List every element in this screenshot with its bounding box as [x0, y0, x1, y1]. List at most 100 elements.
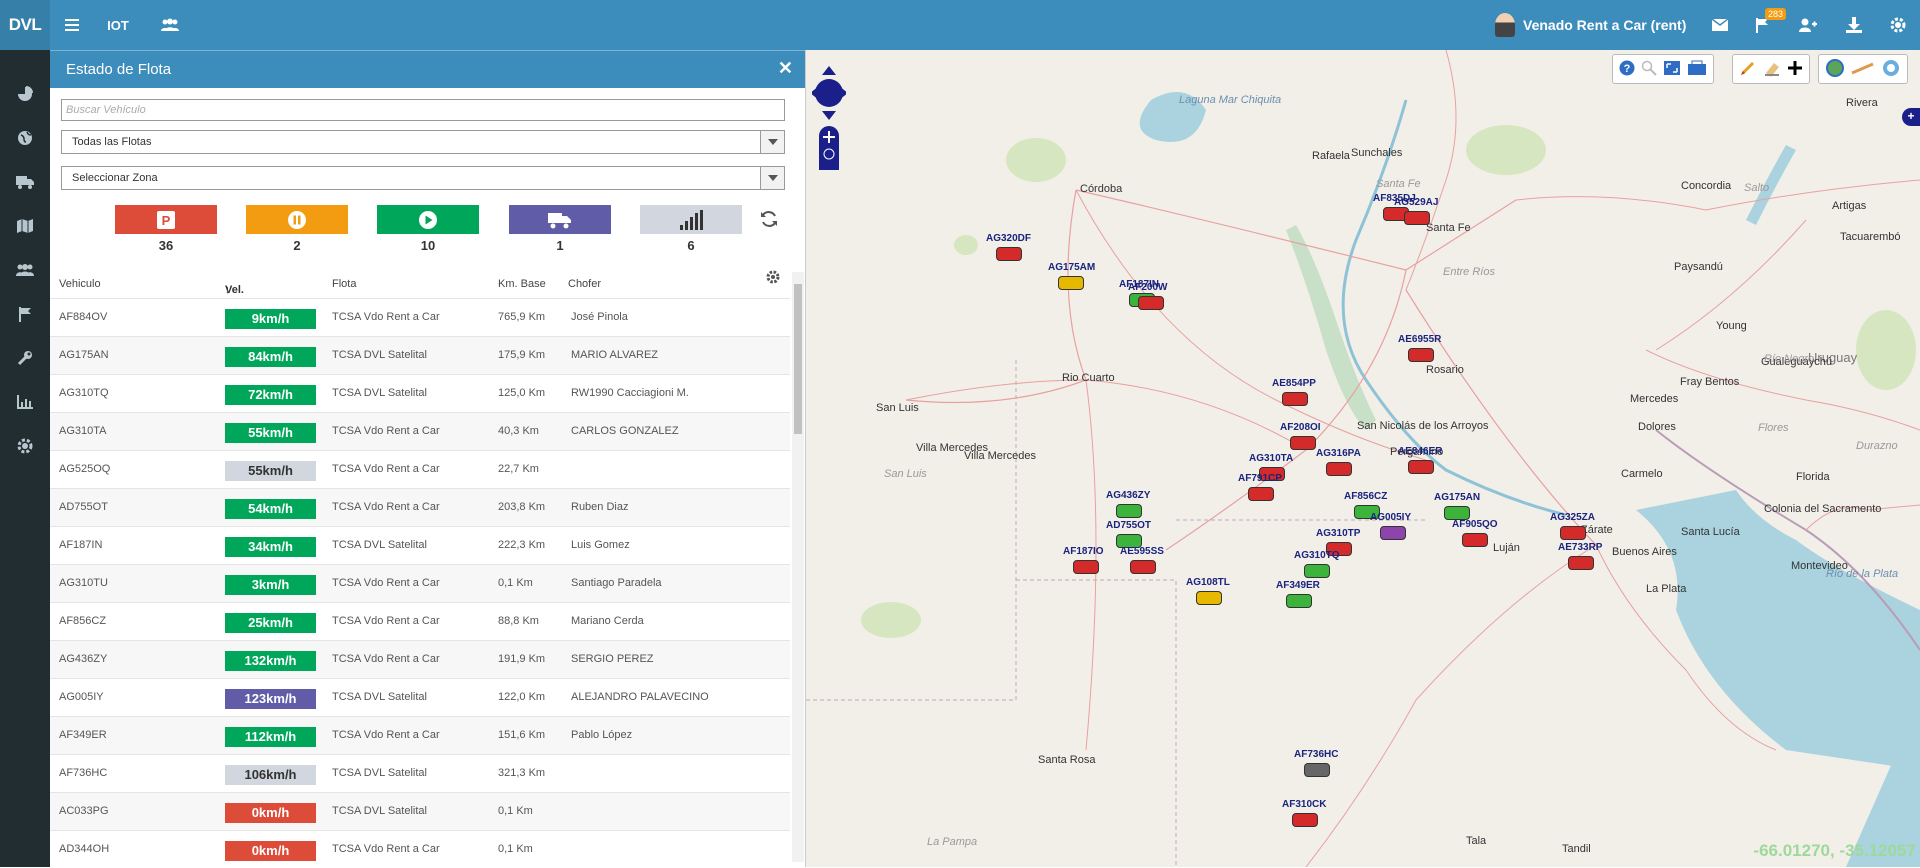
vehicle-marker-label[interactable]: AF187IO: [1063, 546, 1104, 557]
wrench-icon[interactable]: [0, 336, 50, 380]
vehicle-search-input[interactable]: [61, 99, 785, 121]
table-row[interactable]: AG005IY TCSA DVL Satelital 122,0 Km ALEJAND…: [50, 678, 790, 716]
notifications-button[interactable]: 283: [1742, 0, 1787, 50]
vehicle-marker-label[interactable]: AE846ER: [1398, 446, 1442, 457]
col-km-base[interactable]: Km. Base: [498, 278, 546, 290]
col-vehiculo[interactable]: Vehiculo: [59, 278, 101, 290]
pencil-icon[interactable]: [1739, 59, 1757, 80]
iot-button[interactable]: IOT: [98, 0, 138, 50]
vehicle-marker-label[interactable]: AF310CK: [1282, 799, 1326, 810]
vehicle-marker-label[interactable]: AE6955R: [1398, 334, 1441, 345]
vehicle-marker-car-icon[interactable]: [1326, 462, 1352, 476]
vehicle-marker-label[interactable]: AG320DF: [986, 233, 1031, 244]
vehicle-marker-car-icon[interactable]: [1408, 460, 1434, 474]
close-icon[interactable]: ✕: [778, 58, 793, 79]
table-row[interactable]: AG175AN TCSA DVL Satelital 175,9 Km MARIO A…: [50, 336, 790, 374]
vehicle-marker-label[interactable]: AF736HC: [1294, 749, 1338, 760]
vehicle-marker-car-icon[interactable]: [996, 247, 1022, 261]
map-view[interactable]: ? + Córdoba Santa Fe Rosario Rio Cuarto San …: [806, 50, 1920, 867]
brand-logo[interactable]: DVL: [0, 0, 50, 50]
magnifier-icon[interactable]: [1641, 60, 1657, 79]
expand-panel-icon[interactable]: +: [1902, 108, 1920, 126]
add-icon[interactable]: [1787, 60, 1803, 79]
flag-icon[interactable]: [0, 292, 50, 336]
table-row[interactable]: AG525OQ TCSA Vdo Rent a Car 22,7 Km 55km/h: [50, 450, 790, 488]
status-paused-button[interactable]: [246, 205, 348, 234]
vehicle-marker-label[interactable]: AE595SS: [1120, 546, 1164, 557]
vehicle-marker-label[interactable]: AF905QO: [1452, 519, 1498, 530]
eraser-icon[interactable]: [1763, 59, 1781, 80]
vehicle-marker-car-icon[interactable]: [1560, 526, 1586, 540]
mail-icon[interactable]: [1700, 0, 1740, 50]
status-moving-button[interactable]: [377, 205, 479, 234]
table-row[interactable]: AF884OV TCSA Vdo Rent a Car 765,9 Km José P…: [50, 298, 790, 336]
vehicle-marker-label[interactable]: AF349ER: [1276, 580, 1320, 591]
vehicle-marker-label[interactable]: AE854PP: [1272, 378, 1316, 389]
download-icon[interactable]: [1834, 0, 1874, 50]
dashboard-icon[interactable]: [0, 72, 50, 116]
menu-toggle-icon[interactable]: [52, 0, 92, 50]
layers-icon[interactable]: [1687, 60, 1707, 79]
table-row[interactable]: AC033PG TCSA DVL Satelital 0,1 Km 0km/h: [50, 792, 790, 830]
vehicle-marker-label[interactable]: AF856CZ: [1344, 491, 1387, 502]
vehicle-marker-car-icon[interactable]: [1286, 594, 1312, 608]
vehicle-marker-car-icon[interactable]: [1116, 504, 1142, 518]
vehicle-marker-label[interactable]: AG310TP: [1316, 528, 1360, 539]
settings-icon[interactable]: [0, 424, 50, 468]
vehicle-marker-label[interactable]: AG316PA: [1316, 448, 1361, 459]
vehicle-marker-car-icon[interactable]: [1304, 564, 1330, 578]
vehicle-marker-label[interactable]: AG310TQ: [1294, 550, 1340, 561]
truck-icon[interactable]: [0, 160, 50, 204]
globe-toggle-icon[interactable]: [1881, 58, 1901, 81]
table-row[interactable]: AG310TQ TCSA DVL Satelital 125,0 Km RW1990 …: [50, 374, 790, 412]
refresh-icon[interactable]: [760, 210, 778, 231]
user-menu[interactable]: Venado Rent a Car (rent): [1495, 0, 1686, 50]
vehicle-marker-label[interactable]: AF791CP: [1238, 473, 1282, 484]
fullscreen-icon[interactable]: [1663, 60, 1681, 79]
vehicle-marker-label[interactable]: AG529AJ: [1394, 197, 1438, 208]
vehicle-marker-car-icon[interactable]: [1290, 436, 1316, 450]
vehicle-marker-car-icon[interactable]: [1130, 560, 1156, 574]
map-pan-zoom-control[interactable]: [810, 60, 848, 181]
vehicle-marker-label[interactable]: AG325ZA: [1550, 512, 1595, 523]
vehicle-marker-car-icon[interactable]: [1058, 276, 1084, 290]
status-signal-button[interactable]: [640, 205, 742, 234]
fleet-select[interactable]: Todas las Flotas: [61, 130, 785, 154]
vehicle-marker-car-icon[interactable]: [1196, 591, 1222, 605]
table-row[interactable]: AF856CZ TCSA Vdo Rent a Car 88,8 Km Mariano…: [50, 602, 790, 640]
col-chofer[interactable]: Chofer: [568, 278, 601, 290]
vehicle-marker-car-icon[interactable]: [1073, 560, 1099, 574]
status-truck-button[interactable]: [509, 205, 611, 234]
vehicle-marker-car-icon[interactable]: [1248, 487, 1274, 501]
scrollbar-thumb[interactable]: [794, 284, 802, 434]
vehicle-marker-car-icon[interactable]: [1380, 526, 1406, 540]
vehicle-marker-label[interactable]: AE733RP: [1558, 542, 1602, 553]
settings-gear-icon[interactable]: [1878, 0, 1918, 50]
table-settings-icon[interactable]: [766, 270, 780, 287]
vehicle-marker-car-icon[interactable]: [1408, 348, 1434, 362]
table-row[interactable]: AD344OH TCSA Vdo Rent a Car 0,1 Km 0km/h: [50, 830, 790, 868]
zone-select[interactable]: Seleccionar Zona: [61, 166, 785, 190]
measure-area-icon[interactable]: [1825, 58, 1845, 81]
vehicle-marker-car-icon[interactable]: [1292, 813, 1318, 827]
vehicle-marker-car-icon[interactable]: [1304, 763, 1330, 777]
vehicle-marker-label[interactable]: AG436ZY: [1106, 490, 1150, 501]
vehicle-marker-car-icon[interactable]: [1138, 296, 1164, 310]
col-flota[interactable]: Flota: [332, 278, 356, 290]
vehicle-marker-car-icon[interactable]: [1404, 211, 1430, 225]
table-row[interactable]: AF187IN TCSA DVL Satelital 222,3 Km Luis Go…: [50, 526, 790, 564]
add-user-icon[interactable]: [1788, 0, 1828, 50]
vehicle-marker-label[interactable]: AF200W: [1128, 282, 1167, 293]
vehicle-marker-label[interactable]: AG175AM: [1048, 262, 1095, 273]
table-row[interactable]: AF736HC TCSA DVL Satelital 321,3 Km 106km/h: [50, 754, 790, 792]
vehicle-marker-label[interactable]: AD755OT: [1106, 520, 1151, 531]
vehicle-marker-label[interactable]: AF208OI: [1280, 422, 1321, 433]
vehicle-marker-car-icon[interactable]: [1444, 506, 1470, 520]
table-scrollbar[interactable]: [792, 272, 804, 862]
table-row[interactable]: AG436ZY TCSA Vdo Rent a Car 191,9 Km SERGIO…: [50, 640, 790, 678]
ruler-icon[interactable]: [1851, 61, 1875, 78]
groups-icon[interactable]: [150, 0, 190, 50]
table-row[interactable]: AG310TU TCSA Vdo Rent a Car 0,1 Km Santiago…: [50, 564, 790, 602]
vehicle-marker-label[interactable]: AG108TL: [1186, 577, 1230, 588]
chart-icon[interactable]: [0, 380, 50, 424]
